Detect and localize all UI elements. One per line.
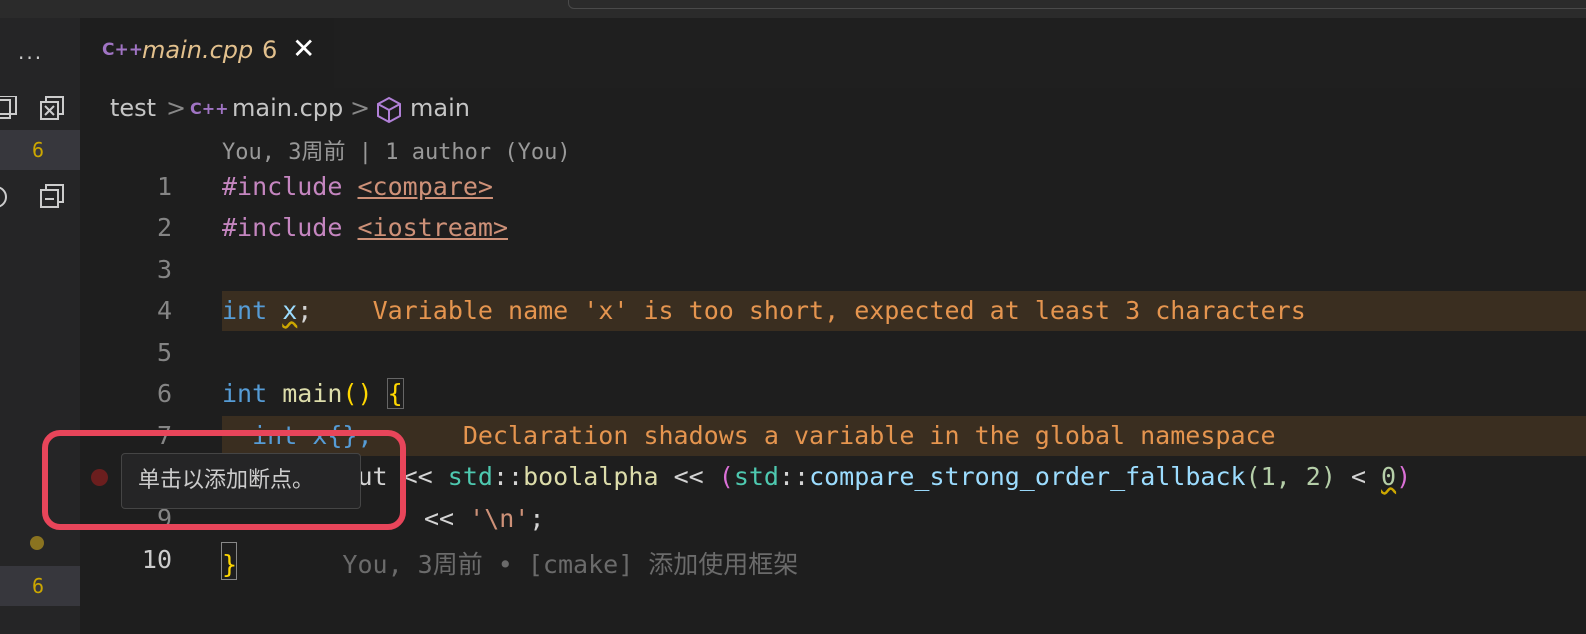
type-keyword: int [222, 296, 268, 325]
problem-count-badge: 6 [32, 574, 45, 598]
chevron-right-icon: > [350, 94, 371, 122]
command-center[interactable] [568, 0, 1586, 9]
chevron-right-icon: > [166, 94, 187, 122]
inline-warning: Declaration shadows a variable in the gl… [462, 421, 1276, 450]
operator: < [1335, 462, 1382, 491]
inline-blame[interactable]: You, 3周前 • [cmake] 添加使用框架 [342, 550, 798, 579]
semicolon: ; [297, 296, 313, 325]
semicolon: ; [529, 504, 545, 533]
line-number[interactable]: 5 [110, 338, 172, 367]
inline-warning: Variable name 'x' is too short, expected… [372, 296, 1306, 325]
line-number[interactable]: 7 [110, 421, 172, 450]
breadcrumb-folder[interactable]: test [110, 94, 156, 122]
paren: ( [718, 462, 734, 491]
scope-operator: :: [492, 462, 524, 491]
minimap[interactable] [1548, 90, 1586, 634]
title-bar [0, 0, 1586, 18]
tab-problem-count: 6 [262, 36, 278, 64]
scope-operator: :: [778, 462, 810, 491]
codelens-blame[interactable]: You, 3周前 | 1 author (You) [222, 134, 571, 166]
code-line-8[interactable]: std::cout << std::boolalpha << (std::com… [222, 462, 1411, 491]
line-number[interactable]: 4 [110, 296, 172, 325]
line-number[interactable]: 10 [110, 545, 172, 574]
scm-change-dot [30, 536, 44, 550]
code-line-1[interactable]: #include <compare> [222, 172, 493, 201]
parens: () [342, 379, 373, 408]
code-line-4[interactable]: int x; Variable name 'x' is too short, e… [222, 296, 1306, 325]
line-number[interactable]: 3 [110, 255, 172, 284]
cpp-file-icon: C++ [102, 40, 143, 60]
problems-row[interactable]: 6 [0, 130, 80, 170]
arguments: (1, 2) [1245, 462, 1336, 491]
breadcrumb-symbol[interactable]: main [410, 94, 470, 122]
preprocessor-keyword: #include [222, 172, 343, 201]
function-name[interactable]: compare_strong_order_fallback [809, 462, 1246, 491]
line-number[interactable]: 6 [110, 379, 172, 408]
include-path[interactable]: <compare> [357, 172, 492, 201]
code-line-6[interactable]: int main() { [222, 378, 404, 409]
breakpoint-tooltip: 单击以添加断点。 [121, 453, 361, 509]
line-number[interactable]: 2 [110, 213, 172, 242]
include-path[interactable]: <iostream> [357, 213, 508, 242]
operator: << [658, 462, 719, 491]
more-actions-icon[interactable]: ··· [18, 46, 43, 70]
preprocessor-keyword: #include [222, 213, 343, 242]
tab-title[interactable]: main.cpp [142, 36, 253, 64]
namespace: std [733, 462, 779, 491]
copy-icon[interactable] [0, 96, 20, 122]
breadcrumb-file[interactable]: main.cpp [232, 94, 343, 122]
line-number[interactable]: 1 [110, 172, 172, 201]
operator: << [424, 504, 470, 533]
breakpoint-hint-icon[interactable] [91, 469, 108, 486]
type-keyword: int [222, 379, 268, 408]
collapse-all-icon[interactable] [40, 184, 66, 210]
code-line-9[interactable]: << '\n'; [424, 504, 544, 533]
function-name[interactable]: boolalpha [523, 462, 658, 491]
code-line-2[interactable]: #include <iostream> [222, 213, 508, 242]
paren: ) [1396, 462, 1412, 491]
variable-name[interactable]: x [282, 296, 297, 325]
bracket-match-box [221, 542, 237, 580]
number-literal: 0 [1381, 462, 1397, 491]
cpp-file-icon: C++ [190, 99, 229, 118]
function-name[interactable]: main [282, 379, 342, 408]
open-brace: { [386, 378, 404, 409]
string-literal: '\n' [469, 504, 530, 533]
problems-row-bottom[interactable]: 6 [0, 566, 80, 606]
operator: << [387, 462, 448, 491]
cube-icon [377, 96, 401, 124]
code-line-10[interactable]: } You, 3周前 • [cmake] 添加使用框架 [222, 545, 798, 581]
namespace: std [447, 462, 493, 491]
problem-count-badge: 6 [32, 138, 45, 162]
refresh-icon[interactable] [0, 184, 20, 210]
close-all-icon[interactable] [40, 96, 66, 122]
close-icon[interactable]: ✕ [292, 32, 315, 65]
code-text: int x{}; [222, 421, 373, 450]
code-line-7[interactable]: int x{}; Declaration shadows a variable … [222, 421, 1276, 450]
